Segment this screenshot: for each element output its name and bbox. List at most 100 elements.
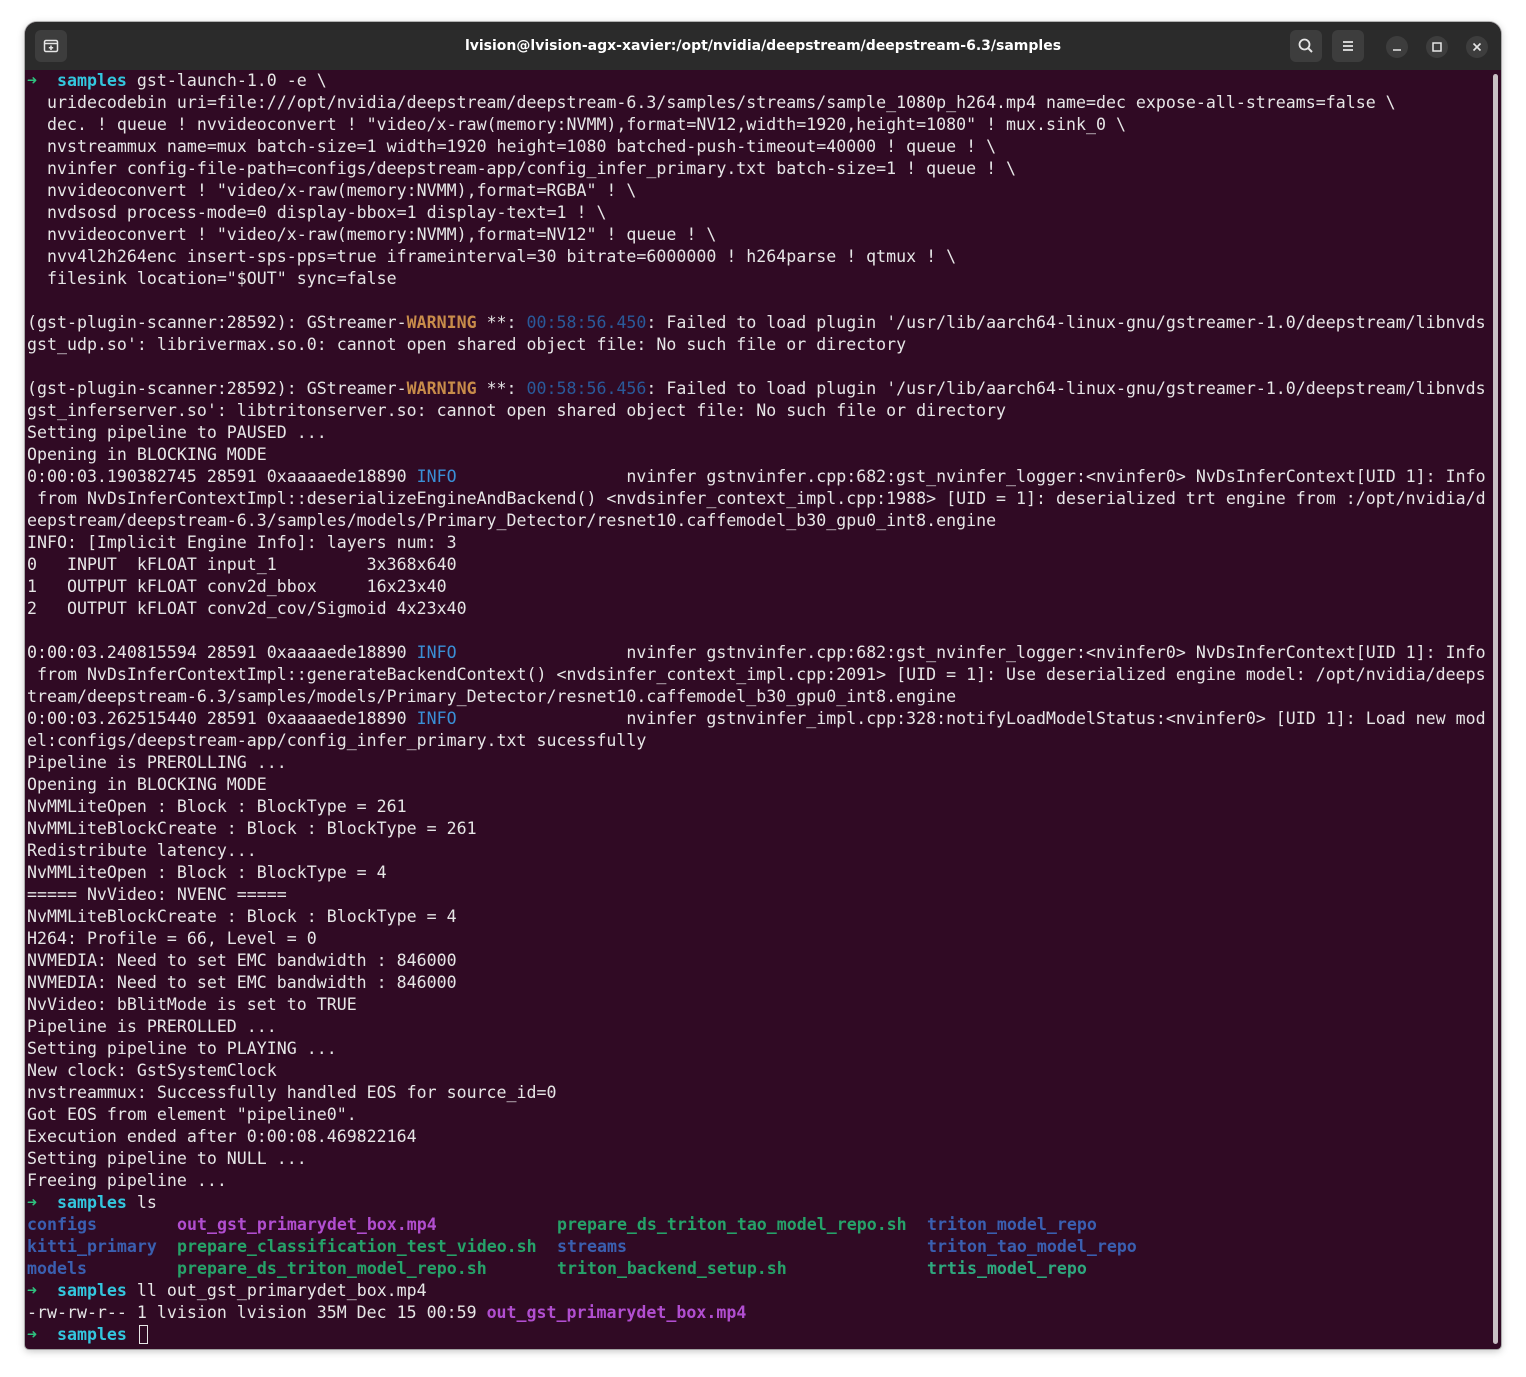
prompt-directory: samples bbox=[56, 71, 127, 90]
current-prompt-line[interactable]: ➜ samples bbox=[27, 1324, 1493, 1346]
warning-continuation: gst_udp.so': librivermax.so.0: cannot op… bbox=[27, 335, 907, 354]
warning-level: WARNING bbox=[406, 313, 477, 332]
ls-entry-script: prepare_ds_triton_tao_model_repo.sh bbox=[557, 1215, 907, 1234]
ls-entry-script: prepare_classification_test_video.sh bbox=[177, 1237, 537, 1256]
prompt-line: ➜ samples ls bbox=[27, 1192, 1493, 1214]
info-line: 0:00:03.240815594 28591 0xaaaaede18890 I… bbox=[27, 642, 1493, 664]
log-line: NvMMLiteBlockCreate : Block : BlockType … bbox=[27, 819, 477, 838]
warning-timestamp: 00:58:56.450 bbox=[526, 313, 647, 332]
log-line: Got EOS from element "pipeline0". bbox=[27, 1105, 357, 1124]
ls-row: kitti_primary prepare_classification_tes… bbox=[27, 1236, 1493, 1258]
warning-line: (gst-plugin-scanner:28592): GStreamer-WA… bbox=[27, 378, 1493, 400]
info-level: INFO bbox=[416, 643, 457, 662]
prompt-line: ➜ samples gst-launch-1.0 -e \ bbox=[27, 70, 1493, 92]
info-message: nvinfer gstnvinfer_impl.cpp:328:notifyLo… bbox=[456, 709, 1486, 728]
warning-message: : Failed to load plugin '/usr/lib/aarch6… bbox=[646, 313, 1486, 332]
log-line: NVMEDIA: Need to set EMC bandwidth : 846… bbox=[27, 973, 457, 992]
info-continuation: tream/deepstream-6.3/samples/models/Prim… bbox=[27, 687, 957, 706]
prompt-arrow: ➜ bbox=[27, 1193, 37, 1212]
info-continuation: eepstream/deepstream-6.3/samples/models/… bbox=[27, 511, 997, 530]
info-line: 0:00:03.262515440 28591 0xaaaaede18890 I… bbox=[27, 708, 1493, 730]
info-continuation: el:configs/deepstream-app/config_infer_p… bbox=[27, 731, 647, 750]
ls-entry-dir: triton_tao_model_repo bbox=[927, 1237, 1137, 1256]
log-line: NvVideo: bBlitMode is set to TRUE bbox=[27, 995, 357, 1014]
ls-entry-script: prepare_ds_triton_model_repo.sh bbox=[177, 1259, 487, 1278]
pipeline-line: nvdsosd process-mode=0 display-bbox=1 di… bbox=[27, 203, 607, 222]
log-line: Pipeline is PREROLLED ... bbox=[27, 1017, 277, 1036]
pipeline-line: nvv4l2h264enc insert-sps-pps=true iframe… bbox=[27, 247, 957, 266]
ls-entry-dir: configs bbox=[27, 1215, 97, 1234]
ls-entry-dir: models bbox=[27, 1259, 87, 1278]
ls-entry-file: out_gst_primarydet_box.mp4 bbox=[177, 1215, 437, 1234]
layer-line: 1 OUTPUT kFLOAT conv2d_bbox 16x23x40 bbox=[27, 577, 447, 596]
info-level: INFO bbox=[416, 467, 457, 486]
pipeline-line: nvvideoconvert ! "video/x-raw(memory:NVM… bbox=[27, 181, 637, 200]
log-line: Setting pipeline to NULL ... bbox=[27, 1149, 307, 1168]
command-text: ll out_gst_primarydet_box.mp4 bbox=[136, 1281, 427, 1300]
info-continuation: from NvDsInferContextImpl::generateBacke… bbox=[27, 665, 1486, 684]
file-metadata: -rw-rw-r-- 1 lvision lvision 35M Dec 15 … bbox=[27, 1303, 487, 1322]
log-line: H264: Profile = 66, Level = 0 bbox=[27, 929, 317, 948]
ls-row: configs out_gst_primarydet_box.mp4 prepa… bbox=[27, 1214, 1493, 1236]
log-line: NvMMLiteOpen : Block : BlockType = 261 bbox=[27, 797, 407, 816]
ll-output-line: -rw-rw-r-- 1 lvision lvision 35M Dec 15 … bbox=[27, 1302, 1493, 1324]
text-cursor bbox=[138, 1325, 148, 1344]
maximize-button[interactable] bbox=[1426, 36, 1448, 58]
scrollbar[interactable] bbox=[1493, 74, 1498, 1344]
log-line: Setting pipeline to PAUSED ... bbox=[27, 423, 327, 442]
log-line: Setting pipeline to PLAYING ... bbox=[27, 1039, 337, 1058]
log-line: NvMMLiteBlockCreate : Block : BlockType … bbox=[27, 907, 457, 926]
warning-line: (gst-plugin-scanner:28592): GStreamer-WA… bbox=[27, 312, 1493, 334]
search-button[interactable] bbox=[1290, 30, 1322, 62]
log-line: Execution ended after 0:00:08.469822164 bbox=[27, 1127, 417, 1146]
pipeline-line: uridecodebin uri=file:///opt/nvidia/deep… bbox=[27, 93, 1396, 112]
terminal-output[interactable]: ➜ samples gst-launch-1.0 -e \ uridecodeb… bbox=[27, 70, 1493, 1349]
log-line: Freeing pipeline ... bbox=[27, 1171, 227, 1190]
info-line: 0:00:03.190382745 28591 0xaaaaede18890 I… bbox=[27, 466, 1493, 488]
warning-timestamp: 00:58:56.456 bbox=[526, 379, 647, 398]
info-prefix: 0:00:03.262515440 28591 0xaaaaede18890 bbox=[27, 709, 417, 728]
info-prefix: 0:00:03.190382745 28591 0xaaaaede18890 bbox=[27, 467, 417, 486]
layer-line: INFO: [Implicit Engine Info]: layers num… bbox=[27, 533, 457, 552]
ls-entry-dir: kitti_primary bbox=[27, 1237, 157, 1256]
prompt-line: ➜ samples ll out_gst_primarydet_box.mp4 bbox=[27, 1280, 1493, 1302]
log-line: Opening in BLOCKING MODE bbox=[27, 445, 267, 464]
file-name: out_gst_primarydet_box.mp4 bbox=[486, 1303, 747, 1322]
pipeline-line: filesink location="$OUT" sync=false bbox=[27, 269, 397, 288]
prompt-arrow: ➜ bbox=[27, 71, 37, 90]
log-line: NvMMLiteOpen : Block : BlockType = 4 bbox=[27, 863, 387, 882]
log-line: Opening in BLOCKING MODE bbox=[27, 775, 267, 794]
log-line: NVMEDIA: Need to set EMC bandwidth : 846… bbox=[27, 951, 457, 970]
log-line: nvstreammux: Successfully handled EOS fo… bbox=[27, 1083, 557, 1102]
window-title: lvision@lvision-agx-xavier:/opt/nvidia/d… bbox=[464, 38, 1062, 54]
command-text: gst-launch-1.0 -e \ bbox=[136, 71, 327, 90]
ls-entry-script: triton_backend_setup.sh bbox=[557, 1259, 787, 1278]
log-line: ===== NvVideo: NVENC ===== bbox=[27, 885, 287, 904]
prompt-directory: samples bbox=[56, 1193, 127, 1212]
pipeline-line: nvinfer config-file-path=configs/deepstr… bbox=[27, 159, 1017, 178]
pipeline-line: nvstreammux name=mux batch-size=1 width=… bbox=[27, 137, 997, 156]
info-message: nvinfer gstnvinfer.cpp:682:gst_nvinfer_l… bbox=[456, 643, 1486, 662]
minimize-button[interactable] bbox=[1386, 36, 1408, 58]
menu-button[interactable] bbox=[1332, 30, 1364, 62]
new-tab-button[interactable] bbox=[35, 30, 67, 62]
warning-message: : Failed to load plugin '/usr/lib/aarch6… bbox=[646, 379, 1486, 398]
close-button[interactable] bbox=[1466, 36, 1488, 58]
warning-source: (gst-plugin-scanner:28592): GStreamer- bbox=[27, 379, 407, 398]
layer-line: 0 INPUT kFLOAT input_1 3x368x640 bbox=[27, 555, 457, 574]
title-bar[interactable]: lvision@lvision-agx-xavier:/opt/nvidia/d… bbox=[25, 22, 1501, 70]
ls-row: models prepare_ds_triton_model_repo.sh t… bbox=[27, 1258, 1493, 1280]
warning-source: (gst-plugin-scanner:28592): GStreamer- bbox=[27, 313, 407, 332]
terminal-window: lvision@lvision-agx-xavier:/opt/nvidia/d… bbox=[25, 22, 1501, 1349]
ls-entry-dir: streams bbox=[557, 1237, 627, 1256]
log-line: New clock: GstSystemClock bbox=[27, 1061, 277, 1080]
ls-entry-dir: triton_model_repo bbox=[927, 1215, 1097, 1234]
info-prefix: 0:00:03.240815594 28591 0xaaaaede18890 bbox=[27, 643, 417, 662]
warning-separator: **: bbox=[476, 313, 527, 332]
log-line: Redistribute latency... bbox=[27, 841, 257, 860]
log-line: Pipeline is PREROLLING ... bbox=[27, 753, 287, 772]
warning-separator: **: bbox=[476, 379, 527, 398]
